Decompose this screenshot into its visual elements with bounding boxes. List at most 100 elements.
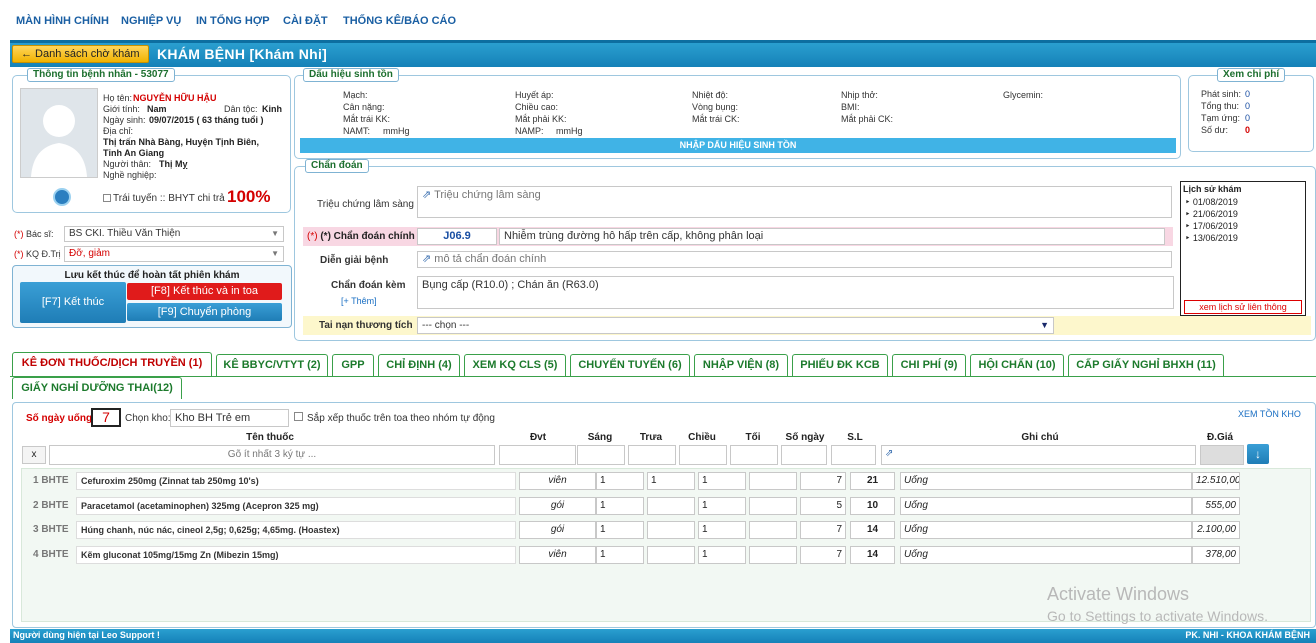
tab-consultation[interactable]: HỘI CHẨN (10) bbox=[970, 354, 1064, 376]
patient-name: NGUYỄN HỮU HẬU bbox=[133, 93, 217, 103]
entry-unit[interactable] bbox=[499, 445, 576, 465]
enter-vitals-button[interactable]: NHẬP DẤU HIỆU SINH TỒN bbox=[300, 138, 1176, 153]
row-evening[interactable] bbox=[749, 546, 797, 564]
row-days[interactable]: 5 bbox=[800, 497, 846, 515]
row-unit[interactable]: gói bbox=[519, 497, 596, 515]
row-afternoon[interactable]: 1 bbox=[698, 546, 746, 564]
accident-label: Tai nạn thương tích bbox=[319, 320, 413, 331]
row-unit[interactable]: viên bbox=[519, 472, 596, 490]
menu-operations[interactable]: NGHIỆP VỤ bbox=[121, 15, 181, 27]
row-qty[interactable]: 14 bbox=[850, 521, 895, 539]
tab-costs[interactable]: CHI PHÍ (9) bbox=[892, 354, 966, 376]
tab-sick-leave[interactable]: CẤP GIẤY NGHỈ BHXH (11) bbox=[1068, 354, 1224, 376]
entry-evening[interactable] bbox=[730, 445, 778, 465]
tab-orders[interactable]: CHỈ ĐỊNH (4) bbox=[378, 354, 460, 376]
tab-admission[interactable]: NHẬP VIỆN (8) bbox=[694, 354, 788, 376]
row-qty[interactable]: 21 bbox=[850, 472, 895, 490]
cost-legend[interactable]: Xem chi phí bbox=[1217, 68, 1286, 82]
view-stock-link[interactable]: XEM TỒN KHO bbox=[1238, 409, 1301, 419]
f8-finish-print-button[interactable]: [F8] Kết thúc và in toa bbox=[127, 283, 282, 300]
row-afternoon[interactable]: 1 bbox=[698, 521, 746, 539]
tab-supplies[interactable]: KÊ BBYC/VTYT (2) bbox=[216, 354, 328, 376]
row-days[interactable]: 7 bbox=[800, 472, 846, 490]
auto-sort-checkbox[interactable] bbox=[294, 412, 303, 421]
view-linked-history-link[interactable]: xem lịch sử liên thông bbox=[1184, 300, 1302, 314]
doctor-label: Bác sĩ: bbox=[26, 229, 54, 239]
tab-gpp[interactable]: GPP bbox=[332, 354, 374, 376]
clear-button[interactable]: x bbox=[22, 446, 46, 464]
explain-placeholder: mô tả chẩn đoán chính bbox=[434, 253, 547, 265]
add-drug-button[interactable]: ↓ bbox=[1247, 444, 1269, 464]
row-days[interactable]: 7 bbox=[800, 521, 846, 539]
diagnosis-legend: Chẩn đoán bbox=[305, 159, 369, 173]
row-morning[interactable]: 1 bbox=[596, 497, 644, 515]
add-extra-diagnosis-link[interactable]: [+ Thêm] bbox=[341, 296, 377, 306]
kq-select[interactable]: Đỡ, giảm ▼ bbox=[64, 246, 284, 262]
menu-reports[interactable]: THỐNG KÊ/BÁO CÁO bbox=[343, 15, 456, 27]
ethnic-label: Dân tộc: bbox=[224, 104, 258, 114]
main-diagnosis-text[interactable]: Nhiễm trùng đường hô hấp trên cấp, không… bbox=[499, 228, 1165, 245]
doctor-select[interactable]: BS CKI. Thiều Văn Thiện ▼ bbox=[64, 226, 284, 242]
menu-main-screen[interactable]: MÀN HÌNH CHÍNH bbox=[16, 15, 109, 27]
entry-morning[interactable] bbox=[577, 445, 625, 465]
row-evening[interactable] bbox=[749, 472, 797, 490]
row-note[interactable]: Uống bbox=[900, 497, 1192, 515]
row-unit[interactable]: viên bbox=[519, 546, 596, 564]
entry-days[interactable] bbox=[781, 445, 827, 465]
row-morning[interactable]: 1 bbox=[596, 546, 644, 564]
tab-maternity-leave[interactable]: GIẤY NGHỈ DƯỠNG THAI(12) bbox=[12, 377, 182, 399]
row-morning[interactable]: 1 bbox=[596, 521, 644, 539]
store-select[interactable]: Kho BH Trẻ em bbox=[170, 409, 289, 427]
f9-transfer-room-button[interactable]: [F9] Chuyển phòng bbox=[127, 303, 282, 321]
row-evening[interactable] bbox=[749, 497, 797, 515]
row-note[interactable]: Uống bbox=[900, 521, 1192, 539]
main-diagnosis-code[interactable]: J06.9 bbox=[417, 228, 497, 245]
activate-windows-subtitle: Go to Settings to activate Windows. bbox=[1047, 608, 1268, 624]
entry-afternoon[interactable] bbox=[679, 445, 727, 465]
row-afternoon[interactable]: 1 bbox=[698, 472, 746, 490]
f7-finish-button[interactable]: [F7] Kết thúc bbox=[20, 282, 126, 323]
patient-info-panel: Thông tin bệnh nhân - 53077 Họ tên: NGUY… bbox=[12, 68, 291, 213]
tab-referral[interactable]: CHUYỂN TUYẾN (6) bbox=[570, 354, 690, 376]
accident-select[interactable]: --- chọn --- ▼ bbox=[417, 317, 1054, 334]
explain-input[interactable]: ⇗ mô tả chẩn đoán chính bbox=[417, 251, 1172, 268]
row-morning[interactable]: 1 bbox=[596, 472, 644, 490]
symptom-input[interactable]: ⇗ Triệu chứng lâm sàng bbox=[417, 186, 1172, 218]
history-item[interactable]: ‣ 21/06/2019 bbox=[1185, 208, 1238, 220]
current-user-text: Người dùng hiện tại Leo Support ! bbox=[13, 630, 160, 640]
row-unit[interactable]: gói bbox=[519, 521, 596, 539]
menu-print-summary[interactable]: IN TỔNG HỢP bbox=[196, 15, 270, 27]
tab-kcb-form[interactable]: PHIẾU ĐK KCB bbox=[792, 354, 888, 376]
row-qty[interactable]: 14 bbox=[850, 546, 895, 564]
menu-settings[interactable]: CÀI ĐẶT bbox=[283, 15, 328, 27]
history-item[interactable]: ‣ 17/06/2019 bbox=[1185, 220, 1238, 232]
row-noon[interactable] bbox=[647, 546, 695, 564]
row-evening[interactable] bbox=[749, 521, 797, 539]
row-price: 555,00 bbox=[1192, 497, 1240, 515]
tab-prescription[interactable]: KÊ ĐƠN THUỐC/DỊCH TRUYỀN (1) bbox=[12, 352, 212, 376]
row-afternoon[interactable]: 1 bbox=[698, 497, 746, 515]
history-item[interactable]: ‣ 01/08/2019 bbox=[1185, 196, 1238, 208]
cost-panel: Xem chi phí Phát sinh: 0 Tổng thu: 0 Tạm… bbox=[1188, 68, 1314, 152]
namp-label: NAMP: bbox=[515, 126, 544, 136]
entry-note[interactable]: ⇗ bbox=[881, 445, 1196, 465]
row-note[interactable]: Uống bbox=[900, 472, 1192, 490]
row-noon[interactable]: 1 bbox=[647, 472, 695, 490]
chevron-down-icon: ▼ bbox=[271, 249, 279, 258]
row-qty[interactable]: 10 bbox=[850, 497, 895, 515]
tab-lab-results[interactable]: XEM KQ CLS (5) bbox=[464, 354, 566, 376]
row-note[interactable]: Uống bbox=[900, 546, 1192, 564]
days-input[interactable]: 7 bbox=[91, 408, 121, 427]
row-noon[interactable] bbox=[647, 521, 695, 539]
extra-diagnosis-input[interactable]: Bụng cấp (R10.0) ; Chán ăn (R63.0) bbox=[417, 276, 1174, 309]
row-price: 378,00 bbox=[1192, 546, 1240, 564]
vitals-panel: Dấu hiệu sinh tồn Mạch: Cân nặng: Mắt tr… bbox=[294, 68, 1181, 159]
entry-noon[interactable] bbox=[628, 445, 676, 465]
history-item[interactable]: ‣ 13/06/2019 bbox=[1185, 232, 1238, 244]
entry-qty[interactable] bbox=[831, 445, 876, 465]
trai-tuyen-checkbox[interactable] bbox=[103, 194, 111, 202]
row-noon[interactable] bbox=[647, 497, 695, 515]
row-days[interactable]: 7 bbox=[800, 546, 846, 564]
back-to-queue-button[interactable]: ← Danh sách chờ khám bbox=[12, 45, 149, 63]
drug-search-input[interactable]: Gõ ít nhất 3 ký tự ... bbox=[49, 445, 495, 465]
